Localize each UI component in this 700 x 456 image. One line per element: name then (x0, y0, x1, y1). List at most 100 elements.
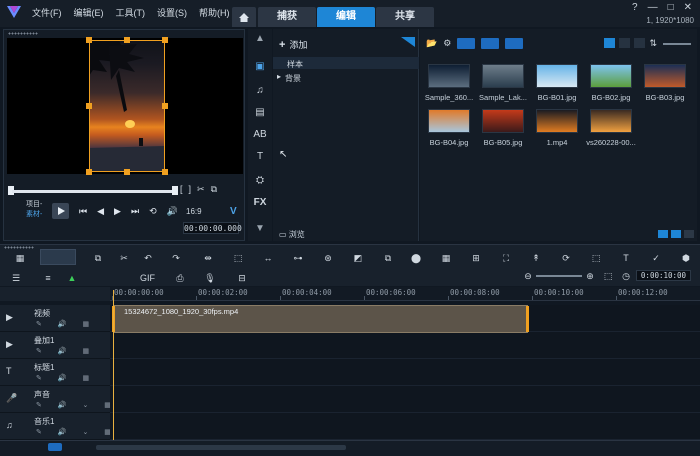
minimize-button[interactable]: — (648, 2, 658, 13)
split-screen-icon[interactable]: ⊞ (470, 253, 482, 263)
close-button[interactable]: ✕ (684, 2, 692, 13)
timeline-horizontal-scrollbar[interactable] (96, 445, 346, 450)
thumbnail-size-slider[interactable] (663, 43, 691, 45)
home-start-icon[interactable]: ⏮ (79, 206, 87, 217)
media-thumbnail[interactable]: 1.mp4 (534, 109, 580, 165)
menu-edit[interactable]: 编辑(E) (74, 6, 104, 19)
media-thumbnail[interactable]: vs260228-00... (586, 109, 636, 165)
filter-audio-button[interactable] (505, 38, 524, 49)
overlay-icon[interactable]: ⛶ (500, 253, 512, 263)
text-icon[interactable]: T (620, 253, 632, 263)
check-icon[interactable]: ✓ (650, 253, 662, 263)
ripple-edit-icon[interactable]: ▲ (66, 273, 78, 283)
filter-video-button[interactable] (457, 38, 476, 49)
track-header[interactable]: ♫ 音乐1 ✎ 🔊 ⌄ ▦ (0, 413, 111, 440)
scroll-down-icon[interactable]: ▼ (252, 223, 268, 237)
play-button[interactable] (52, 203, 69, 219)
track-controls[interactable]: ✎ 🔊 ⌄ ▦ (36, 401, 118, 409)
tree-item-samples[interactable]: 样本 (287, 59, 303, 70)
selection-box[interactable] (89, 40, 165, 172)
clip-mode-label[interactable]: 素材- (26, 210, 42, 220)
audio-mix-icon[interactable]: ⬢ (680, 253, 692, 263)
resize-handle[interactable] (86, 169, 92, 175)
tree-expand-arrow-icon[interactable]: ▸ (277, 72, 281, 81)
player-timecode[interactable]: 00:00:00.000 (183, 222, 242, 234)
resize-handle[interactable] (162, 103, 168, 109)
trim-icon[interactable]: ⇹ (202, 253, 214, 263)
expand-panel-button[interactable] (684, 230, 694, 238)
resize-handle[interactable] (124, 169, 130, 175)
tab-share[interactable]: 共享 (376, 7, 434, 27)
trim-end-handle[interactable] (172, 186, 178, 195)
fit-project-icon[interactable]: ⬚ (602, 271, 614, 281)
fit-icon[interactable]: ⊶ (292, 253, 304, 263)
video-clip[interactable]: 15324672_1080_1920_30fps.mp4 (112, 305, 529, 333)
panel-grip[interactable] (8, 32, 38, 35)
menu-help[interactable]: 帮助(H) (199, 6, 230, 19)
sort-icon[interactable]: ⇅ (649, 38, 657, 49)
resize-handle[interactable] (86, 103, 92, 109)
copy-attributes-icon[interactable]: ⧉ (92, 253, 104, 263)
settings-gear-icon[interactable]: ⚙ (443, 38, 451, 49)
home-tab[interactable] (232, 7, 256, 27)
project-mode-label[interactable]: 项目- (26, 200, 42, 210)
split-clip-icon[interactable]: ✂ (118, 253, 130, 263)
next-frame-icon[interactable]: ▶ (114, 206, 121, 217)
timeline-zoom-slider[interactable] (536, 275, 582, 277)
zoom-in-icon[interactable]: ⊕ (584, 271, 596, 281)
tab-edit[interactable]: 编辑 (317, 7, 375, 27)
track-header[interactable]: T 标题1 ✎ 🔊 ▦ (0, 359, 110, 386)
panel-grip[interactable] (4, 246, 34, 249)
track-controls[interactable]: ✎ 🔊 ▦ (36, 320, 96, 328)
project-duration[interactable]: 0:00:10:00 (636, 270, 691, 281)
resize-handle[interactable] (124, 37, 130, 43)
previous-frame-icon[interactable]: ◀ (97, 206, 104, 217)
tab-capture[interactable]: 捕获 (258, 7, 316, 27)
multi-cam-icon[interactable]: ⧉ (382, 253, 394, 263)
mask-icon[interactable]: ⊛ (322, 253, 334, 263)
filter-photo-button[interactable] (481, 38, 500, 49)
crop-icon[interactable]: ⬚ (232, 253, 244, 263)
clip-end-handle[interactable] (526, 306, 529, 332)
track-lane[interactable] (110, 359, 700, 386)
track-manager-icon[interactable]: ☰ (10, 273, 22, 283)
preview-screen[interactable] (7, 37, 243, 175)
filter-fx-icon[interactable]: FX (252, 197, 268, 211)
snap-icon[interactable]: V (230, 206, 237, 217)
media-thumbnail[interactable]: BG-B04.jpg (426, 109, 472, 165)
undo-icon[interactable]: ↶ (142, 253, 154, 263)
tree-item-backgrounds[interactable]: 背景 (285, 73, 301, 84)
media-icon[interactable]: ▣ (252, 61, 268, 75)
end-icon[interactable]: ⏭ (131, 206, 139, 217)
browse-button[interactable]: ▭ 浏览 (279, 229, 305, 240)
resize-handle[interactable] (162, 37, 168, 43)
track-header[interactable]: ▶ 叠加1 ✎ 🔊 ▦ (0, 332, 110, 359)
playhead[interactable] (113, 290, 114, 440)
track-header[interactable]: ▶ 视频 ✎ 🔊 ▦ (0, 305, 110, 332)
text-icon[interactable]: T (252, 151, 268, 165)
track-zoom-chip[interactable] (48, 443, 62, 451)
track-lane[interactable] (110, 413, 700, 440)
menu-file[interactable]: 文件(F) (32, 6, 62, 19)
speed-icon[interactable]: ↟ (530, 253, 542, 263)
import-folder-icon[interactable]: 📂 (426, 38, 437, 49)
add-folder-button[interactable]: + 添加 (279, 38, 307, 51)
gif-icon[interactable]: GIF (140, 273, 155, 283)
subtitle-icon[interactable]: ▦ (440, 253, 452, 263)
volume-icon[interactable]: 🔊 (167, 206, 178, 217)
track-lane[interactable] (110, 386, 700, 413)
maximize-button[interactable]: □ (668, 2, 674, 13)
menu-settings[interactable]: 设置(S) (157, 6, 187, 19)
instant-project-icon[interactable]: ♫ (252, 85, 268, 99)
zoom-out-icon[interactable]: ⊖ (522, 271, 534, 281)
aspect-ratio-selector[interactable]: 16:9 (186, 207, 202, 216)
repeat-icon[interactable]: ⟲ (149, 206, 157, 217)
rotate-icon[interactable]: ⟳ (560, 253, 572, 263)
show-options-button[interactable] (671, 230, 681, 238)
add-chapter-icon[interactable]: ≡ (42, 273, 54, 283)
score-fit-icon[interactable]: ⊟ (236, 273, 248, 283)
time-ruler[interactable]: 00:00:00:00 00:00:02:00 00:00:04:00 00:00:0… (110, 287, 700, 301)
storyboard-view-icon[interactable]: ▦ (14, 253, 26, 263)
media-thumbnail[interactable]: BG-B03.jpg (642, 64, 688, 120)
resize-handle[interactable] (162, 169, 168, 175)
